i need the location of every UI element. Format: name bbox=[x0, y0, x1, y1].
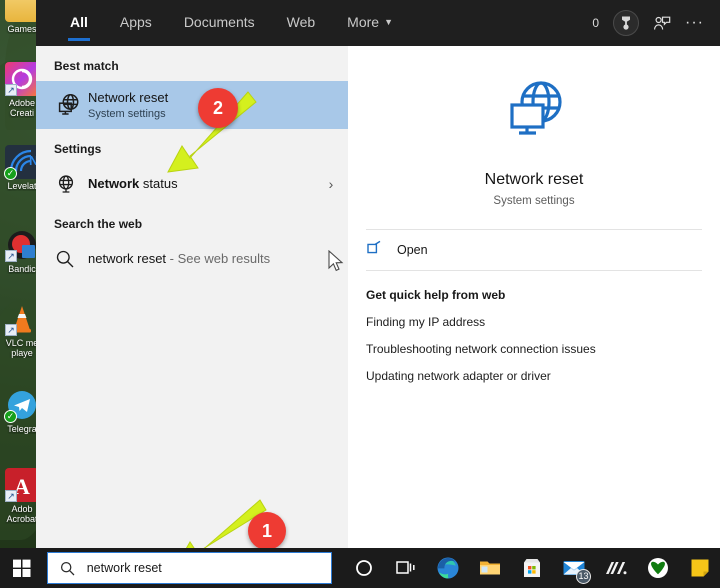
adobe-acrobat-icon: A ↗ bbox=[5, 468, 39, 502]
chevron-right-icon[interactable]: › bbox=[314, 176, 348, 192]
chevron-right-icon[interactable]: › bbox=[314, 251, 348, 267]
preview-subtitle: System settings bbox=[493, 195, 575, 207]
tab-all[interactable]: All bbox=[54, 0, 104, 46]
taskbar-icons: 13 bbox=[344, 548, 720, 588]
search-web-heading: Search the web bbox=[54, 217, 143, 231]
result-web-search[interactable]: network reset - See web results › bbox=[36, 239, 348, 279]
tab-label: More bbox=[347, 14, 380, 30]
web-query: network reset bbox=[88, 251, 167, 266]
tab-label: All bbox=[70, 14, 88, 30]
preview-pane: Network reset System settings Open Get q… bbox=[348, 46, 720, 556]
taskbar-search-box[interactable]: network reset bbox=[46, 552, 332, 584]
search-flyout: All Apps Documents Web More ▼ 0 ··· Best… bbox=[36, 0, 720, 556]
more-options-icon[interactable]: ··· bbox=[685, 14, 704, 32]
annotation-badge-2: 2 bbox=[198, 88, 238, 128]
search-header: All Apps Documents Web More ▼ 0 ··· bbox=[36, 0, 720, 46]
result-title: network reset - See web results bbox=[88, 251, 314, 267]
search-body: Best match Network reset System settings… bbox=[36, 46, 720, 556]
microsoft-store-icon[interactable] bbox=[512, 548, 552, 588]
tab-documents[interactable]: Documents bbox=[168, 0, 271, 46]
tab-label: Apps bbox=[119, 14, 152, 30]
task-view-icon[interactable] bbox=[386, 548, 426, 588]
sync-check-icon: ✓ bbox=[4, 410, 17, 423]
best-match-heading: Best match bbox=[54, 59, 119, 73]
cortana-icon[interactable] bbox=[344, 548, 384, 588]
microsoft-edge-icon[interactable] bbox=[428, 548, 468, 588]
search-icon bbox=[59, 560, 76, 577]
result-best-match-network-reset[interactable]: Network reset System settings bbox=[36, 81, 348, 129]
tab-label: Documents bbox=[183, 14, 255, 30]
open-external-icon bbox=[366, 240, 384, 261]
tab-label: Web bbox=[286, 14, 316, 30]
web-suffix: - See web results bbox=[166, 251, 271, 266]
quick-help-link[interactable]: Finding my IP address bbox=[348, 302, 720, 329]
quick-help-link[interactable]: Updating network adapter or driver bbox=[348, 356, 720, 383]
settings-heading: Settings bbox=[54, 142, 102, 156]
movavi-icon[interactable] bbox=[596, 548, 636, 588]
levelator-icon: N ✓ bbox=[4, 145, 39, 180]
quick-help-heading: Get quick help from web bbox=[366, 288, 506, 302]
screen: Games ↗ Adobe Creati N ✓ Levelat ↗ Bandi… bbox=[0, 0, 720, 588]
taskbar: network reset 13 bbox=[0, 548, 720, 588]
network-globe-monitor-icon bbox=[54, 91, 88, 119]
search-tabs: All Apps Documents Web More ▼ bbox=[54, 0, 409, 46]
header-actions: 0 ··· bbox=[592, 10, 720, 36]
shortcut-arrow-icon: ↗ bbox=[5, 84, 17, 96]
tab-apps[interactable]: Apps bbox=[104, 0, 168, 46]
mail-badge-count: 13 bbox=[576, 569, 591, 584]
bandicam-icon: ↗ bbox=[5, 228, 39, 262]
result-text: network reset - See web results bbox=[88, 251, 314, 267]
search-icon bbox=[54, 248, 88, 270]
shortcut-arrow-icon: ↗ bbox=[5, 324, 17, 336]
open-action[interactable]: Open bbox=[348, 230, 720, 270]
file-explorer-icon[interactable] bbox=[470, 548, 510, 588]
network-globe-icon bbox=[54, 172, 88, 196]
xbox-icon[interactable] bbox=[638, 548, 678, 588]
search-input-value: network reset bbox=[86, 561, 162, 575]
folder-icon bbox=[5, 0, 39, 22]
feedback-person-icon[interactable] bbox=[653, 15, 671, 31]
vlc-cone-icon: ↗ bbox=[5, 302, 39, 336]
windows-start-icon[interactable] bbox=[0, 548, 45, 588]
tab-more[interactable]: More ▼ bbox=[331, 0, 409, 46]
results-pane: Best match Network reset System settings… bbox=[36, 46, 348, 556]
network-globe-monitor-icon bbox=[496, 81, 572, 152]
result-text: Network status bbox=[88, 176, 314, 192]
chevron-down-icon: ▼ bbox=[384, 17, 393, 27]
rewards-count: 0 bbox=[592, 16, 600, 30]
adobe-creative-cloud-icon: ↗ bbox=[5, 62, 39, 96]
telegram-icon: ✓ bbox=[4, 388, 39, 423]
sync-check-icon: ✓ bbox=[4, 167, 17, 180]
rewards-medal-icon[interactable] bbox=[613, 10, 640, 36]
preview-hero: Network reset System settings bbox=[348, 46, 720, 207]
annotation-badge-1: 1 bbox=[248, 512, 286, 550]
mail-icon[interactable]: 13 bbox=[554, 548, 594, 588]
sticky-notes-icon[interactable] bbox=[680, 548, 720, 588]
tab-web[interactable]: Web bbox=[271, 0, 332, 46]
open-label: Open bbox=[397, 243, 428, 257]
result-title-match: Network bbox=[88, 176, 140, 191]
shortcut-arrow-icon: ↗ bbox=[5, 250, 17, 262]
result-title: Network status bbox=[88, 176, 314, 192]
shortcut-arrow-icon: ↗ bbox=[5, 490, 17, 502]
preview-title: Network reset bbox=[484, 171, 584, 188]
result-title-rest: status bbox=[139, 176, 178, 191]
quick-help-link[interactable]: Troubleshooting network connection issue… bbox=[348, 329, 720, 356]
result-network-status[interactable]: Network status › bbox=[36, 164, 348, 204]
